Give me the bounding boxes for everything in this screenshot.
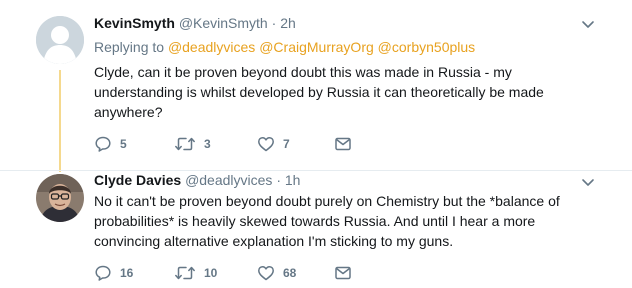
tweet-text: Clyde, can it be proven beyond doubt thi… xyxy=(94,62,614,122)
separator-dot: · xyxy=(271,15,277,31)
reply-button[interactable]: 5 xyxy=(94,134,127,154)
chevron-down-icon[interactable] xyxy=(580,16,596,32)
timestamp[interactable]: 1h xyxy=(285,172,301,188)
tweet-actions: 16 10 68 xyxy=(94,263,374,283)
retweet-icon xyxy=(175,266,195,280)
tweet-text-line: Clyde, can it be proven beyond doubt thi… xyxy=(94,64,512,80)
display-name[interactable]: KevinSmyth xyxy=(94,15,175,31)
retweet-icon xyxy=(175,137,195,151)
retweet-button[interactable]: 10 xyxy=(174,263,217,283)
mention-link[interactable]: @corbyn50plus xyxy=(378,39,476,55)
tweet-text-line: understanding is whilst developed by Rus… xyxy=(94,84,544,100)
separator-dot: · xyxy=(276,172,281,188)
reply-count: 16 xyxy=(120,266,134,280)
replying-to-label: Replying to xyxy=(94,39,165,55)
profile-photo-icon xyxy=(36,174,84,222)
avatar-kevinsmyth[interactable] xyxy=(36,16,84,64)
tweet-actions: 5 3 7 xyxy=(94,134,374,154)
reply-button[interactable]: 16 xyxy=(94,263,133,283)
thread-line xyxy=(59,70,61,172)
heart-icon xyxy=(258,265,274,281)
avatar-clydedavies[interactable] xyxy=(36,174,84,222)
tweet-text: No it can't be proven beyond doubt purel… xyxy=(94,191,614,251)
replying-to: Replying to @deadlyvices @CraigMurrayOrg… xyxy=(94,39,475,55)
tweet-text-line: No it can't be proven beyond doubt purel… xyxy=(94,193,560,209)
tweet-clydedavies[interactable]: Clyde Davies @deadlyvices · 1h No it can… xyxy=(0,171,632,288)
chevron-down-icon[interactable] xyxy=(580,174,596,190)
envelope-icon xyxy=(335,137,351,151)
like-count: 7 xyxy=(283,137,290,151)
tweet-text-line: probabilities* is heavily skewed towards… xyxy=(94,213,536,229)
mention-link[interactable]: @CraigMurrayOrg xyxy=(259,39,374,55)
tweet-text-line: convincing alternative explanation I'm s… xyxy=(94,233,454,249)
display-name[interactable]: Clyde Davies xyxy=(94,172,181,188)
mention-link[interactable]: @deadlyvices xyxy=(168,39,255,55)
heart-icon xyxy=(258,136,274,152)
user-handle[interactable]: @KevinSmyth xyxy=(179,15,268,31)
tweet-header: KevinSmyth @KevinSmyth · 2h xyxy=(94,15,296,31)
envelope-icon xyxy=(335,266,351,280)
like-button[interactable]: 68 xyxy=(257,263,296,283)
user-handle[interactable]: @deadlyvices xyxy=(185,172,272,188)
retweet-count: 3 xyxy=(204,137,211,151)
direct-message-button[interactable] xyxy=(334,134,352,154)
direct-message-button[interactable] xyxy=(334,263,352,283)
retweet-button[interactable]: 3 xyxy=(174,134,211,154)
reply-icon xyxy=(95,136,111,152)
tweet-text-line: anywhere? xyxy=(94,104,163,120)
default-profile-icon xyxy=(36,16,84,64)
like-count: 68 xyxy=(283,266,297,280)
reply-count: 5 xyxy=(120,137,127,151)
tweet-kevinsmyth[interactable]: KevinSmyth @KevinSmyth · 2h Replying to … xyxy=(0,0,632,172)
like-button[interactable]: 7 xyxy=(257,134,290,154)
tweet-header: Clyde Davies @deadlyvices · 1h xyxy=(94,172,300,188)
retweet-count: 10 xyxy=(204,266,218,280)
reply-icon xyxy=(95,265,111,281)
timestamp[interactable]: 2h xyxy=(280,15,296,31)
